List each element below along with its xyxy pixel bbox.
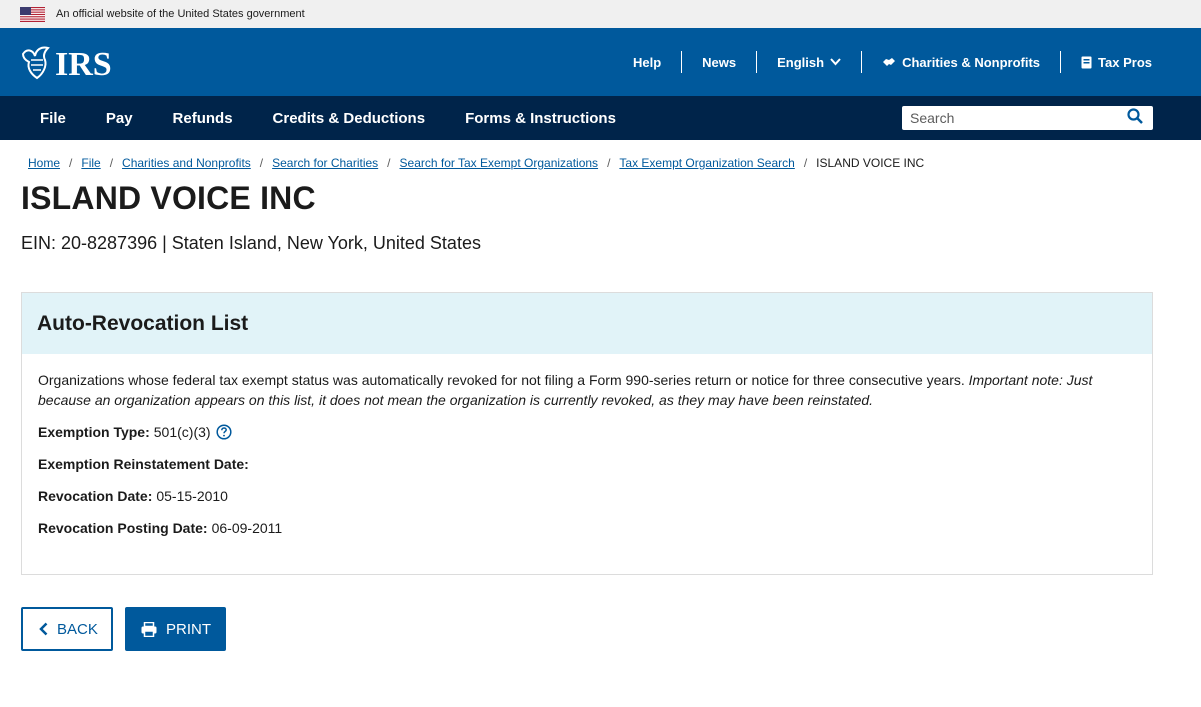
- gov-banner: An official website of the United States…: [0, 0, 1201, 28]
- field-label: Revocation Posting Date:: [38, 520, 208, 536]
- field-revocation-date: Revocation Date: 05-15-2010: [38, 486, 1136, 506]
- news-label: News: [702, 54, 737, 70]
- book-icon: [1081, 56, 1092, 69]
- search-icon[interactable]: [1127, 107, 1143, 129]
- search-box: [902, 106, 1153, 130]
- charities-label: Charities & Nonprofits: [902, 54, 1041, 70]
- news-link[interactable]: News: [681, 51, 756, 73]
- help-label: Help: [632, 54, 662, 70]
- breadcrumb-current: ISLAND VOICE INC: [816, 156, 925, 170]
- us-flag-icon: [20, 6, 45, 22]
- nav-item-credits-deductions[interactable]: Credits & Deductions: [253, 110, 446, 127]
- question-circle-icon[interactable]: [216, 424, 232, 440]
- field-value: 05-15-2010: [156, 488, 228, 504]
- breadcrumb-charities[interactable]: Charities and Nonprofits: [122, 156, 251, 170]
- language-select[interactable]: English: [756, 51, 861, 73]
- field-reinstatement-date: Exemption Reinstatement Date:: [38, 454, 1136, 474]
- back-label: BACK: [57, 620, 98, 638]
- nav-item-file[interactable]: File: [21, 110, 86, 127]
- field-value: 501(c)(3): [153, 424, 211, 440]
- language-label: English: [777, 54, 825, 70]
- charities-link[interactable]: Charities & Nonprofits: [861, 51, 1060, 73]
- description-text: Organizations whose federal tax exempt s…: [38, 372, 965, 388]
- back-button[interactable]: BACK: [21, 607, 113, 651]
- printer-icon: [141, 621, 157, 637]
- panel-description: Organizations whose federal tax exempt s…: [38, 370, 1136, 410]
- breadcrumb: Home / File / Charities and Nonprofits / Se…: [28, 156, 925, 170]
- chevron-left-icon: [39, 622, 48, 636]
- ein-location: EIN: 20-8287396 | Staten Island, New Yor…: [21, 233, 481, 253]
- eagle-icon: IRS: [21, 46, 112, 80]
- nav-item-pay[interactable]: Pay: [86, 110, 153, 127]
- print-button[interactable]: PRINT: [125, 607, 226, 651]
- breadcrumb-teos[interactable]: Tax Exempt Organization Search: [619, 156, 794, 170]
- panel-title: Auto-Revocation List: [22, 293, 1152, 354]
- tax-pros-label: Tax Pros: [1098, 54, 1152, 70]
- field-exemption-type: Exemption Type: 501(c)(3): [38, 422, 1136, 442]
- print-label: PRINT: [166, 620, 211, 638]
- breadcrumb-search-tax-exempt[interactable]: Search for Tax Exempt Organizations: [400, 156, 599, 170]
- nav-item-refunds[interactable]: Refunds: [153, 110, 253, 127]
- field-label: Revocation Date:: [38, 488, 153, 504]
- field-label: Exemption Reinstatement Date:: [38, 456, 249, 472]
- field-value: 06-09-2011: [211, 520, 283, 536]
- tax-pros-link[interactable]: Tax Pros: [1060, 51, 1152, 73]
- page-title: ISLAND VOICE INC: [21, 180, 316, 216]
- site-header: IRS Help News English Charities & Nonpro…: [0, 28, 1201, 96]
- chevron-down-icon: [830, 58, 841, 66]
- breadcrumb-search-charities[interactable]: Search for Charities: [272, 156, 378, 170]
- field-label: Exemption Type:: [38, 424, 150, 440]
- auto-revocation-panel: Auto-Revocation List Organizations whose…: [21, 292, 1153, 575]
- gov-banner-text: An official website of the United States…: [56, 8, 305, 20]
- main-nav: File Pay Refunds Credits & Deductions Fo…: [0, 96, 1201, 140]
- breadcrumb-file[interactable]: File: [81, 156, 100, 170]
- breadcrumb-home[interactable]: Home: [28, 156, 60, 170]
- help-link[interactable]: Help: [613, 51, 681, 73]
- nav-item-forms-instructions[interactable]: Forms & Instructions: [445, 110, 636, 127]
- svg-text:IRS: IRS: [55, 46, 112, 80]
- handshake-icon: [882, 56, 896, 68]
- search-input[interactable]: [910, 110, 1110, 126]
- field-revocation-posting-date: Revocation Posting Date: 06-09-2011: [38, 518, 1136, 538]
- utility-nav: Help News English Charities & Nonprofits…: [613, 51, 1152, 73]
- irs-logo[interactable]: IRS: [21, 44, 123, 80]
